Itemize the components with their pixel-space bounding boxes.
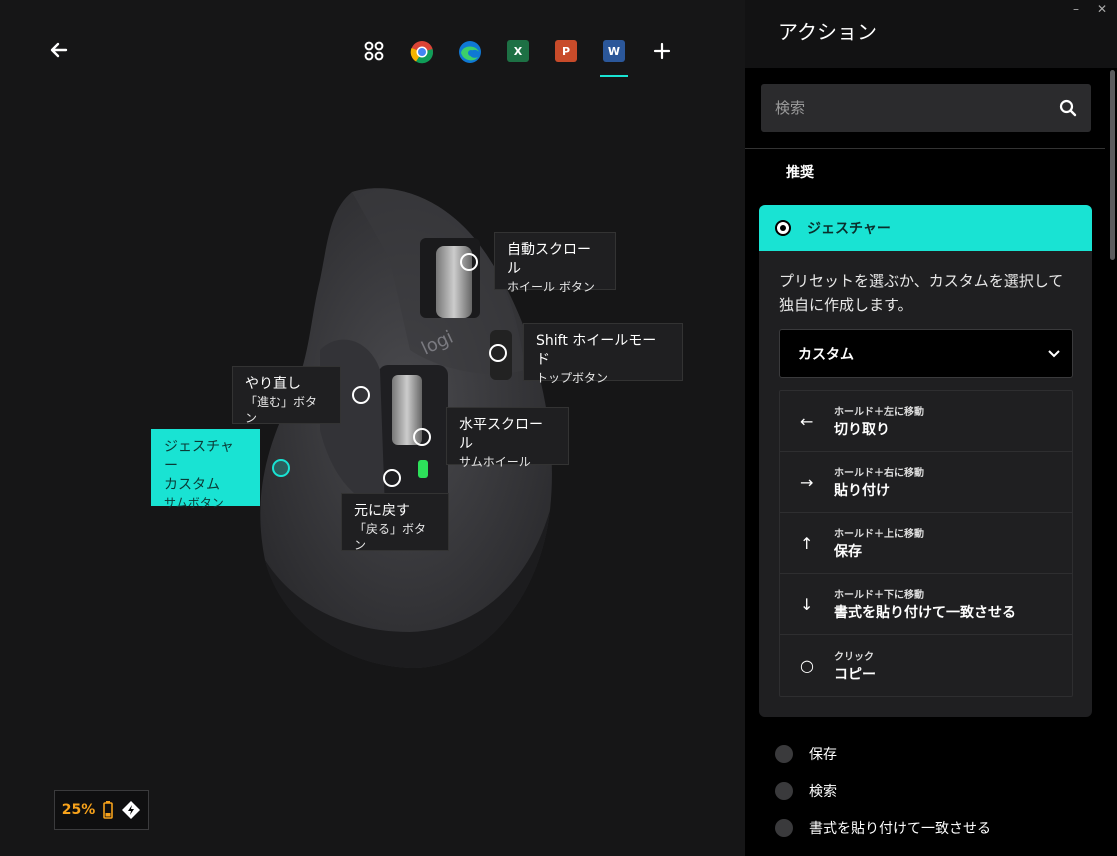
gesture-click[interactable]: ○ クリックコピー <box>780 635 1072 696</box>
preset-dropdown-value: カスタム <box>798 346 854 363</box>
callout-shift-wheel[interactable]: Shift ホイールモード トップボタン <box>523 323 683 385</box>
excel-icon: X <box>507 40 529 62</box>
chrome-icon <box>410 41 434 64</box>
radio-selected-icon <box>775 220 791 236</box>
action-option-label: 書式を貼り付けて一致させる <box>809 820 991 837</box>
gesture-list: ← ホールド＋左に移動切り取り → ホールド＋右に移動貼り付け ↑ ホールド＋上… <box>779 390 1073 697</box>
gesture-trigger: クリック <box>834 651 874 663</box>
action-option[interactable]: 保存 <box>775 735 991 772</box>
gesture-option-label: ジェスチャー <box>807 221 891 237</box>
callout-auto-scroll[interactable]: 自動スクロール ホイール ボタン <box>494 232 616 294</box>
action-option-label: 保存 <box>809 746 837 763</box>
action-option[interactable]: 書式を貼り付けて一致させる <box>775 809 991 846</box>
gesture-action: 切り取り <box>834 422 890 438</box>
callout-undo[interactable]: 元に戻す 「戻る」ボタン <box>341 493 449 553</box>
other-actions-list: 保存 検索 書式を貼り付けて一致させる <box>775 735 991 846</box>
actions-panel: アクション – ✕ 推奨 ジェスチャー プリセットを選ぶか、カスタムを選択して独… <box>745 0 1117 856</box>
search-input[interactable] <box>775 99 1059 117</box>
radio-unselected-icon <box>775 781 793 800</box>
word-icon: W <box>603 40 625 62</box>
callout-subtitle: サムホイール <box>459 454 531 469</box>
gesture-description: プリセットを選ぶか、カスタムを選択して独自に作成します。 <box>779 272 1064 314</box>
search-icon[interactable] <box>1059 99 1077 117</box>
hotspot-forward-button[interactable] <box>352 386 370 404</box>
callout-title: 元に戻す <box>354 503 410 519</box>
gesture-action: 貼り付け <box>834 483 890 499</box>
callout-title: Shift ホイールモード <box>536 333 657 368</box>
powerpoint-icon: P <box>555 40 577 62</box>
callout-subtitle: 「戻る」ボタン <box>354 521 427 553</box>
tab-powerpoint[interactable]: P <box>542 36 590 76</box>
gesture-trigger: ホールド＋左に移動 <box>834 407 924 418</box>
action-option-label: 検索 <box>809 783 837 800</box>
radio-unselected-icon <box>775 744 793 763</box>
tab-chrome[interactable] <box>398 36 446 76</box>
app-tabs: X P W <box>350 36 686 77</box>
divider <box>745 148 1105 149</box>
gesture-action: 保存 <box>834 544 862 560</box>
radio-unselected-icon <box>775 818 793 837</box>
gesture-trigger: ホールド＋下に移動 <box>834 590 924 601</box>
all-apps-icon <box>364 41 384 61</box>
callout-horizontal-scroll[interactable]: 水平スクロール サムホイール <box>446 407 569 469</box>
add-app-button[interactable] <box>638 36 686 76</box>
callout-title: やり直し <box>245 376 301 392</box>
gesture-panel: ジェスチャー プリセットを選ぶか、カスタムを選択して独自に作成します。 カスタム… <box>759 205 1092 717</box>
edge-icon <box>459 41 481 63</box>
back-arrow-icon <box>50 42 68 58</box>
gesture-trigger: ホールド＋右に移動 <box>834 468 924 479</box>
battery-percent: 25% <box>61 802 96 818</box>
callout-title: ジェスチャー <box>164 439 234 474</box>
app-window: X P W logi 自動スクロール ホイール ボタン Shift ホイールモー… <box>0 0 1117 856</box>
logi-bolt-receiver-icon <box>122 801 141 819</box>
callout-redo[interactable]: やり直し 「進む」ボタン <box>232 366 341 426</box>
callout-subtitle: トップボタン <box>536 370 609 385</box>
arrow-left-icon: ← <box>800 411 814 431</box>
preset-dropdown[interactable]: カスタム <box>779 329 1073 378</box>
gesture-action: コピー <box>834 666 876 683</box>
arrow-right-icon: → <box>800 472 814 492</box>
gesture-trigger: ホールド＋上に移動 <box>834 529 924 540</box>
actions-header: アクション – ✕ <box>745 0 1117 68</box>
device-view: X P W logi 自動スクロール ホイール ボタン Shift ホイールモー… <box>0 0 745 856</box>
tab-excel[interactable]: X <box>494 36 542 76</box>
gesture-up[interactable]: ↑ ホールド＋上に移動保存 <box>780 513 1072 574</box>
hotspot-gesture-button[interactable] <box>272 459 290 477</box>
gesture-action: 書式を貼り付けて一致させる <box>834 605 1016 621</box>
battery-indicator[interactable]: 25% <box>54 790 149 830</box>
recommended-label: 推奨 <box>786 165 814 181</box>
tab-word[interactable]: W <box>590 36 638 77</box>
callout-title-2: カスタム <box>164 476 220 493</box>
callout-subtitle: 「進む」ボタン <box>245 394 318 426</box>
callout-title: 水平スクロール <box>459 417 543 452</box>
hotspot-back-button[interactable] <box>383 469 401 487</box>
circle-click-icon: ○ <box>800 656 814 675</box>
battery-icon <box>103 801 114 819</box>
callout-subtitle: サムボタン <box>164 495 224 510</box>
chevron-down-icon <box>1048 349 1060 357</box>
gesture-left[interactable]: ← ホールド＋左に移動切り取り <box>780 391 1072 452</box>
tab-edge[interactable] <box>446 36 494 76</box>
arrow-up-icon: ↑ <box>800 533 814 553</box>
hotspot-top-button[interactable] <box>489 344 507 362</box>
hotspot-wheel-button[interactable] <box>460 253 478 271</box>
gesture-option-selected[interactable]: ジェスチャー <box>759 205 1092 251</box>
minimize-button[interactable]: – <box>1073 2 1079 16</box>
scrollbar[interactable] <box>1110 70 1115 260</box>
close-button[interactable]: ✕ <box>1097 2 1107 16</box>
action-option[interactable]: 検索 <box>775 772 991 809</box>
gesture-down[interactable]: ↓ ホールド＋下に移動書式を貼り付けて一致させる <box>780 574 1072 635</box>
callout-gesture-button[interactable]: ジェスチャー カスタム サムボタン <box>151 429 260 510</box>
callout-subtitle: ホイール ボタン <box>507 279 595 294</box>
gesture-right[interactable]: → ホールド＋右に移動貼り付け <box>780 452 1072 513</box>
callout-title: 自動スクロール <box>507 242 591 277</box>
back-button[interactable] <box>46 36 74 64</box>
actions-title: アクション <box>778 20 877 44</box>
tab-all-apps[interactable] <box>350 36 398 76</box>
plus-icon <box>653 42 671 60</box>
arrow-down-icon: ↓ <box>800 594 814 614</box>
hotspot-thumb-wheel[interactable] <box>413 428 431 446</box>
search-box <box>761 84 1091 132</box>
